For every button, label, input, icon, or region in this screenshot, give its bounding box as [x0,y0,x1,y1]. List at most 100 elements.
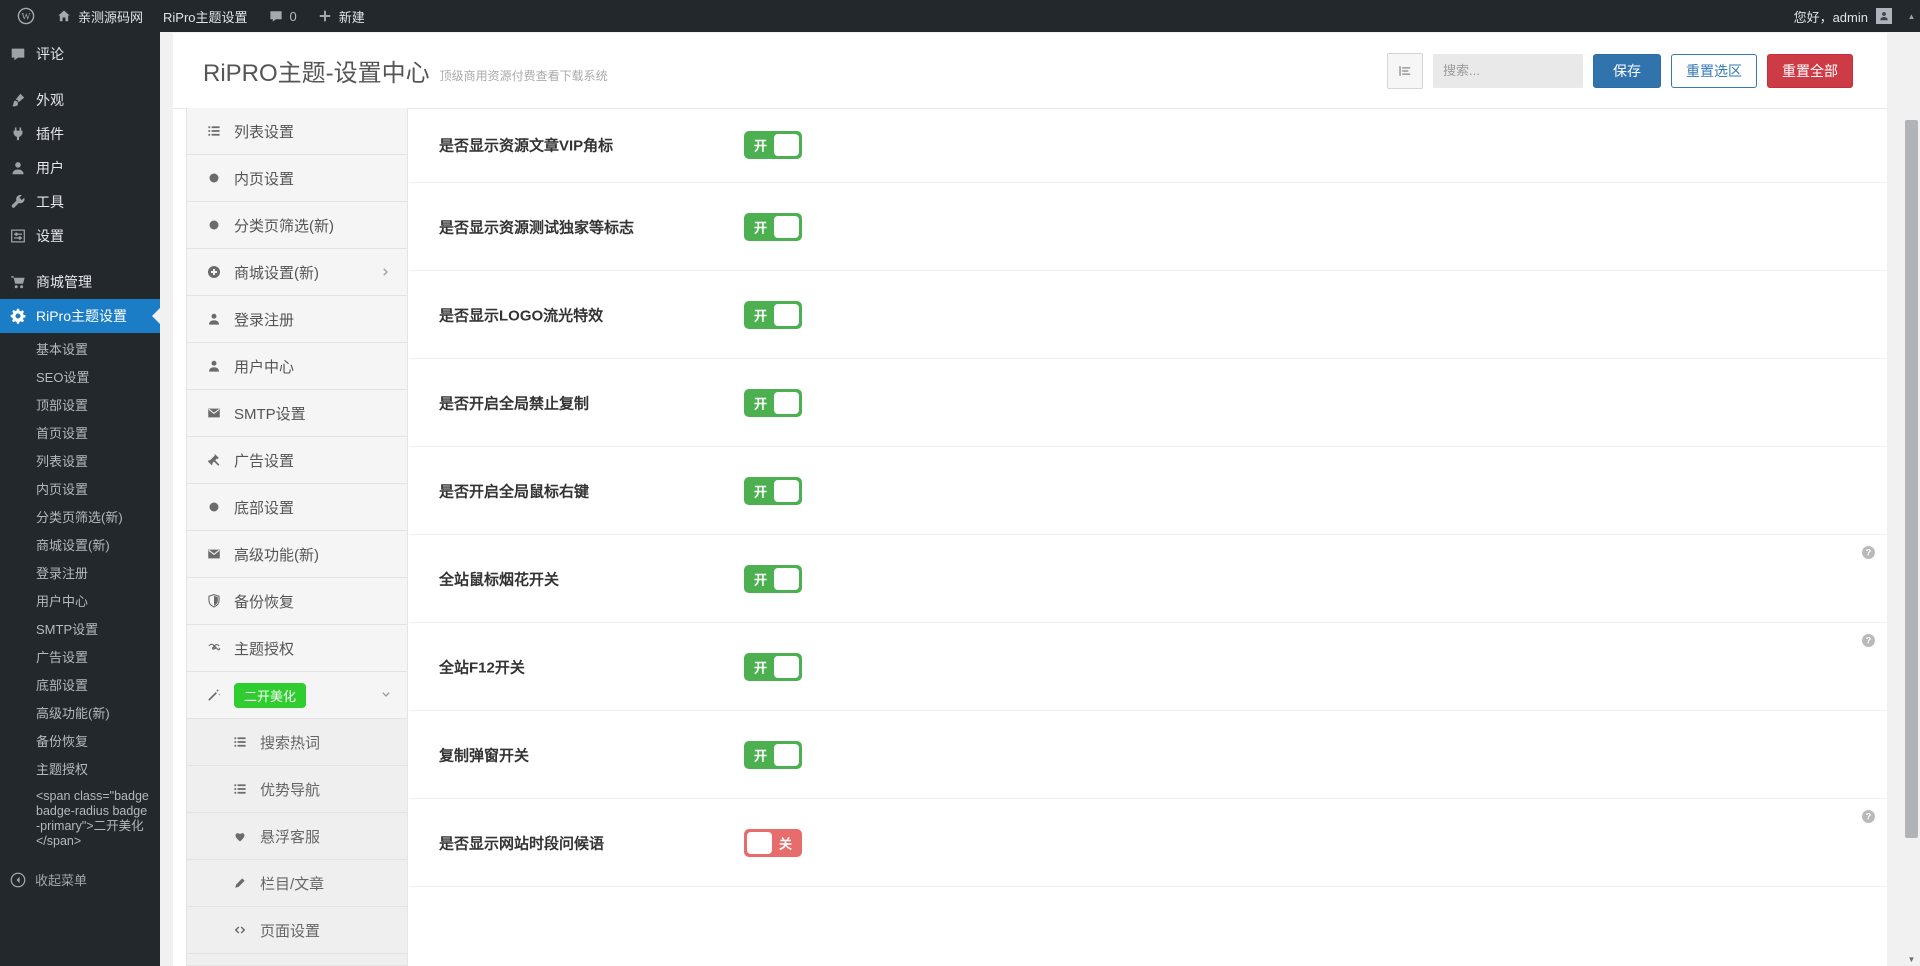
settings-nav: 列表设置内页设置分类页筛选(新)商城设置(新) 登录注册用户中心 SMTP设置广告设… [186,108,408,966]
sidebar-item-用户[interactable]: 用户 [0,151,160,185]
circle-icon [206,217,222,233]
admin-bar-item-label: 新建 [339,7,365,26]
submenu-item[interactable]: <span class="badge badge-radius badge-pr… [0,784,160,854]
settings-nav-item-悬浮客服[interactable]: 悬浮客服 [187,813,407,860]
toggle-switch[interactable]: 开 [744,477,802,505]
scrollbar[interactable]: ▲ ▼ [1903,0,1920,966]
settings-nav-item-底部设置[interactable]: 底部设置 [187,484,407,531]
submenu-item[interactable]: 广告设置 [0,644,160,672]
greeting-text: 您好，admin [1794,7,1868,26]
settings-panel: RiPRO主题-设置中心 顶级商用资源付费查看下载系统 保存 重置选区 重置全部… [173,33,1887,966]
submenu-item[interactable]: 顶部设置 [0,392,160,420]
toggle-switch[interactable]: 开 [744,389,802,417]
settings-nav-item-备份恢复[interactable]: 备份恢复 [187,578,407,625]
submenu-item[interactable]: 登录注册 [0,560,160,588]
sidebar-item-label: 评论 [36,44,64,64]
settings-nav-item-用户中心[interactable]: 用户中心 [187,343,407,390]
admin-bar-item-site-name[interactable]: 亲测源码网 [46,0,153,32]
sidebar-item-插件[interactable]: 插件 [0,117,160,151]
save-button[interactable]: 保存 [1593,54,1661,88]
shield-icon [206,593,222,609]
toggle-state-label: 开 [754,393,767,412]
toggle-switch[interactable]: 开 [744,301,802,329]
settings-nav-item-优势导航[interactable]: 优势导航 [187,766,407,813]
settings-nav-item-主题授权[interactable]: 主题授权 [187,625,407,672]
admin-bar-item-new-content[interactable]: 新建 [307,0,375,32]
settings-nav-item-广告设置[interactable]: 广告设置 [187,437,407,484]
admin-bar: 亲测源码网RiPro主题设置0 新建 您好，admin [0,0,1920,32]
submenu-item[interactable]: 备份恢复 [0,728,160,756]
admin-bar-item-wp-logo[interactable] [6,0,46,32]
settings-nav-item-高级功能(新)[interactable]: 高级功能(新) [187,531,407,578]
layout-toggle-button[interactable] [1387,53,1423,89]
settings-nav-item-页面设置[interactable]: 页面设置 [187,907,407,954]
collapse-label: 收起菜单 [35,870,87,889]
submenu-item[interactable]: 分类页筛选(新) [0,504,160,532]
collapse-menu-button[interactable]: 收起菜单 [0,870,169,889]
sidebar-item-评论[interactable]: 评论 [0,37,160,71]
toggle-switch[interactable]: 关 [744,829,802,857]
sidebar-item-商城管理[interactable]: 商城管理 [0,265,160,299]
settings-nav-item-商城设置(新)[interactable]: 商城设置(新) [187,249,407,296]
settings-nav-item-二开美化[interactable]: 二开美化 [187,672,407,719]
avatar [1876,8,1892,24]
scrollbar-up-arrow[interactable]: ▲ [1903,0,1920,32]
submenu-item[interactable]: SEO设置 [0,364,160,392]
settings-nav-item-内页设置[interactable]: 内页设置 [187,155,407,202]
setting-row: 是否开启全局鼠标右键开 [409,447,1887,535]
admin-bar-item-comments[interactable]: 0 [258,0,307,32]
admin-bar-account[interactable]: 您好，admin [1794,7,1920,26]
wp-icon [16,6,36,26]
toggle-switch[interactable]: 开 [744,741,802,769]
setting-label: 全站鼠标烟花开关 [439,568,559,589]
code-icon [232,922,248,938]
settings-nav-item-背景图片[interactable]: 背景图片 [187,954,407,966]
reset-all-button[interactable]: 重置全部 [1767,54,1853,88]
toggle-state-label: 开 [754,569,767,588]
settings-nav-item-登录注册[interactable]: 登录注册 [187,296,407,343]
comment-icon [268,8,284,24]
sidebar-item-label: 工具 [36,192,64,212]
sidebar-item-外观[interactable]: 外观 [0,83,160,117]
sidebar-item-RiPro主题设置[interactable]: RiPro主题设置 [0,299,160,333]
submenu-item[interactable]: 用户中心 [0,588,160,616]
nav-item-label: 用户中心 [234,356,294,377]
submenu-item[interactable]: 首页设置 [0,420,160,448]
settings-nav-item-栏目/文章[interactable]: 栏目/文章 [187,860,407,907]
plug-icon [9,125,27,143]
toggle-switch[interactable]: 开 [744,213,802,241]
submenu-item[interactable]: SMTP设置 [0,616,160,644]
submenu-item[interactable]: 基本设置 [0,336,160,364]
toggle-state-label: 开 [754,217,767,236]
submenu-item[interactable]: 商城设置(新) [0,532,160,560]
toggle-knob [774,568,799,590]
page-subtitle: 顶级商用资源付费查看下载系统 [440,57,608,84]
nav-item-label: SMTP设置 [234,403,306,424]
scrollbar-thumb[interactable] [1905,120,1918,838]
submenu-item[interactable]: 高级功能(新) [0,700,160,728]
home-icon [56,8,72,24]
setting-label: 复制弹窗开关 [439,744,529,765]
submenu-item[interactable]: 底部设置 [0,672,160,700]
sidebar-item-工具[interactable]: 工具 [0,185,160,219]
reset-selection-button[interactable]: 重置选区 [1671,54,1757,88]
comment-icon [9,45,27,63]
settings-nav-item-分类页筛选(新)[interactable]: 分类页筛选(新) [187,202,407,249]
settings-nav-item-搜索热词[interactable]: 搜索热词 [187,719,407,766]
search-input[interactable] [1433,54,1583,88]
sidebar-item-设置[interactable]: 设置 [0,219,160,253]
admin-bar-item-current-page[interactable]: RiPro主题设置 [153,0,258,32]
settings-nav-item-SMTP设置[interactable]: SMTP设置 [187,390,407,437]
submenu-item[interactable]: 列表设置 [0,448,160,476]
toggle-switch[interactable]: 开 [744,131,802,159]
toggle-switch[interactable]: 开 [744,565,802,593]
toggle-knob [774,134,799,156]
toggle-switch[interactable]: 开 [744,653,802,681]
setting-row: 是否开启全局禁止复制开 [409,359,1887,447]
settings-nav-item-列表设置[interactable]: 列表设置 [187,108,407,155]
submenu-item[interactable]: 主题授权 [0,756,160,784]
scrollbar-down-arrow[interactable]: ▼ [1903,955,1920,964]
nav-item-label: 登录注册 [234,309,294,330]
submenu-item[interactable]: 内页设置 [0,476,160,504]
question-icon [1860,808,1877,825]
